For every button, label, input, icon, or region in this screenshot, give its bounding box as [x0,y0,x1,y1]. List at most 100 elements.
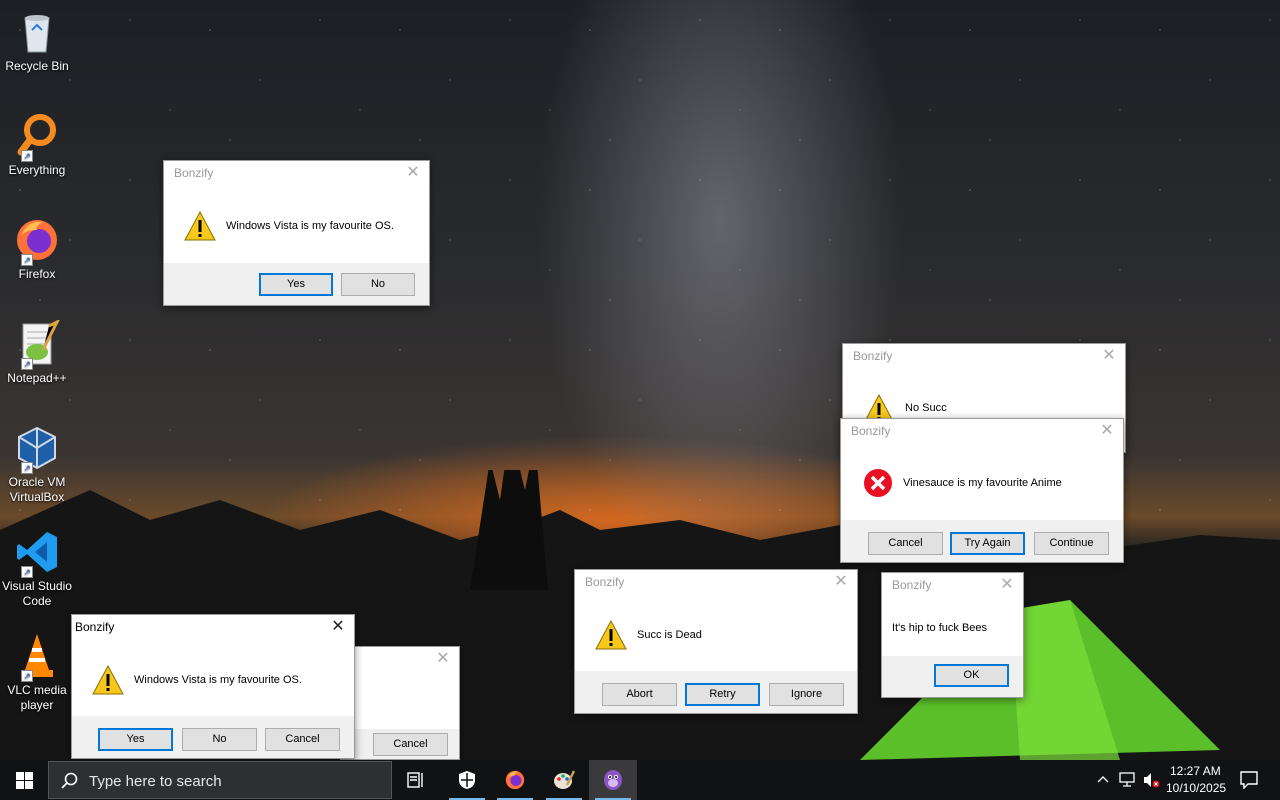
network-tray-button[interactable] [1116,760,1138,800]
close-icon[interactable]: ✕ [328,617,348,637]
cancel-button[interactable]: Cancel [868,532,943,555]
dialog-message: Windows Vista is my favourite OS. [134,674,302,686]
dialog-titlebar[interactable]: Bonzify ✕ [841,419,1123,443]
dialog-title: Bonzify [892,578,932,592]
bonzibuddy-icon [604,770,622,790]
virtualbox-icon: ↗ [13,424,61,474]
shortcut-arrow-icon: ↗ [21,150,33,162]
recycle-bin-icon [13,8,61,56]
dialog-titlebar[interactable]: Bonzify ✕ [164,161,429,185]
chevron-up-icon [1097,776,1109,783]
search-box[interactable]: Type here to search [48,761,392,799]
dialog-button-bar: Yes No Cancel [72,716,354,758]
desktop-icon-firefox[interactable]: ↗ Firefox [0,216,74,282]
shortcut-arrow-icon: ↗ [21,462,33,474]
dialog-message: Succ is Dead [637,629,702,641]
dialog-succ-is-dead[interactable]: Bonzify ✕ Succ is Dead Abort Retry Ignor… [574,569,858,714]
paint-icon [554,770,575,789]
desktop-icon-label: Everything [8,163,66,177]
dialog-title: Bonzify [853,349,893,363]
clock-time: 12:27 AM [1170,764,1221,778]
yes-button[interactable]: Yes [98,728,173,751]
volume-tray-button[interactable] [1140,760,1162,800]
close-icon[interactable]: ✕ [1097,421,1117,441]
volume-muted-icon [1144,773,1160,788]
dialog-titlebar[interactable]: Bonzify ✕ [843,344,1125,368]
dialog-message: Vinesauce is my favourite Anime [903,477,1062,489]
dialog-titlebar[interactable]: Bonzify ✕ [882,573,1023,597]
dialog-hip-bees[interactable]: Bonzify ✕ It's hip to fuck Bees OK [881,572,1024,698]
no-button[interactable]: No [341,273,415,296]
notepad-plus-plus-icon: ↗ [13,318,61,370]
desktop-icon-label: Notepad++ [7,371,67,385]
try-again-button[interactable]: Try Again [950,532,1025,555]
shortcut-arrow-icon: ↗ [21,254,33,266]
dialog-button-bar: OK [882,656,1023,697]
yes-button[interactable]: Yes [259,273,333,296]
firefox-icon: ↗ [13,216,61,266]
retry-button[interactable]: Retry [685,683,760,706]
cancel-button[interactable]: Cancel [265,728,340,751]
dialog-message: No Succ [905,402,947,414]
ignore-button[interactable]: Ignore [769,683,844,706]
dialog-titlebar[interactable]: ✕ [341,647,459,671]
dialog-vista-bottom[interactable]: Bonzify ✕ Windows Vista is my favourite … [71,614,355,759]
dialog-title: Bonzify [75,620,115,634]
dialog-title: Bonzify [174,166,214,180]
dialog-button-bar: Abort Retry Ignore [575,671,857,713]
vlc-icon: ↗ [13,632,61,682]
action-center-button[interactable] [1230,760,1270,800]
dialog-title: Bonzify [851,424,891,438]
ok-button[interactable]: OK [934,664,1009,687]
taskbar-app-bonzibuddy[interactable] [589,760,637,800]
desktop-icon-everything[interactable]: ↗ Everything [0,112,74,178]
dialog-title: Bonzify [585,575,625,589]
dialog-titlebar[interactable]: Bonzify ✕ [575,570,857,594]
desktop-icon-recycle-bin[interactable]: Recycle Bin [0,8,74,74]
desktop-icon-virtualbox[interactable]: ↗ Oracle VM VirtualBox [0,424,74,505]
taskbar-app-firefox[interactable] [491,760,539,800]
error-icon [862,467,894,499]
close-icon[interactable]: ✕ [403,163,423,183]
dialog-button-bar: Cancel Try Again Continue [841,520,1123,562]
dialog-titlebar[interactable]: Bonzify ✕ [72,615,354,639]
abort-button[interactable]: Abort [602,683,677,706]
dialog-button-bar: Yes No [164,263,429,305]
desktop-icon-label-line1: Visual Studio [2,579,72,593]
desktop-icon-label-line2: player [20,698,54,712]
desktop-icon-vscode[interactable]: ↗ Visual Studio Code [0,528,74,609]
start-windows-icon [16,772,33,789]
notification-icon [1240,771,1258,789]
desktop-icon-vlc[interactable]: ↗ VLC media player [0,632,74,713]
start-button[interactable] [0,760,48,800]
desktop-icon-label: Firefox [18,267,56,281]
close-icon[interactable]: ✕ [997,575,1017,595]
close-icon[interactable]: ✕ [433,649,453,669]
dialog-vinesauce[interactable]: Bonzify ✕ Vinesauce is my favourite Anim… [840,418,1124,563]
dialog-behind-partial[interactable]: ✕ Cancel [340,646,460,760]
dialog-message: Windows Vista is my favourite OS. [226,220,394,232]
clock-date: 10/10/2025 [1166,781,1227,795]
task-view-button[interactable] [392,760,440,800]
cancel-button[interactable]: Cancel [373,733,448,756]
continue-button[interactable]: Continue [1034,532,1109,555]
close-icon[interactable]: ✕ [831,572,851,592]
vscode-icon: ↗ [13,528,61,578]
close-icon[interactable]: ✕ [1099,346,1119,366]
desktop-icon-label-line1: VLC media [7,683,67,697]
firefox-icon [505,770,525,790]
show-hidden-icons-button[interactable] [1092,760,1114,800]
no-button[interactable]: No [182,728,257,751]
desktop-icon-notepad-plus-plus[interactable]: ↗ Notepad++ [0,318,74,386]
dialog-vista-top[interactable]: Bonzify ✕ Windows Vista is my favourite … [163,160,430,306]
desktop-icon-label: Recycle Bin [5,59,69,73]
search-icon [61,772,78,789]
dialog-message: It's hip to fuck Bees [892,622,988,634]
taskbar-app-windows-security[interactable] [443,760,491,800]
taskbar: Type here to search 12:27 AM 10/10/2025 [0,760,1280,800]
desktop-icon-label-line2: VirtualBox [9,490,65,504]
clock[interactable]: 12:27 AM 10/10/2025 [1164,760,1226,800]
taskbar-app-paint[interactable] [540,760,588,800]
dialog-button-bar: Cancel [341,729,459,759]
warning-icon [595,620,627,650]
